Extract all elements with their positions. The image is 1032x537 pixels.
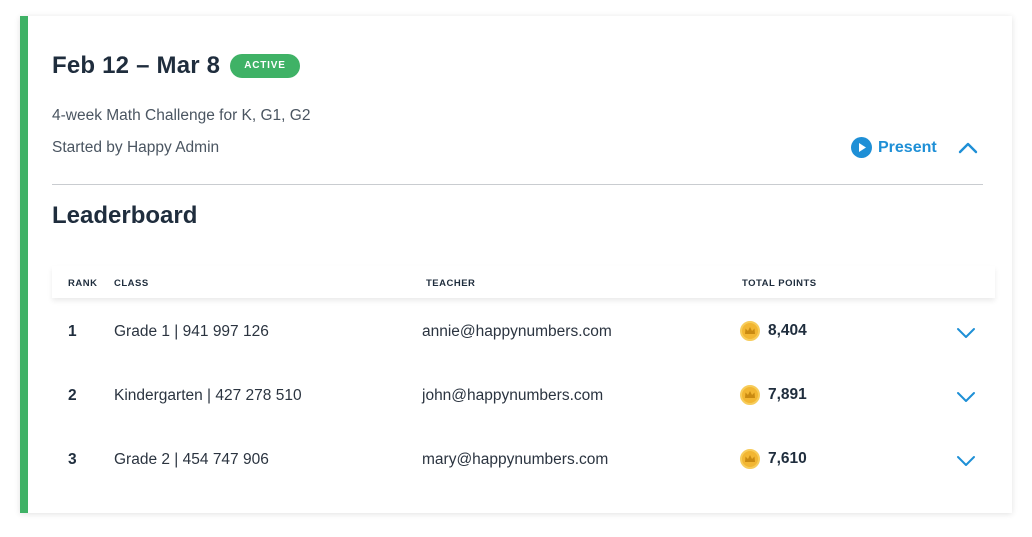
- started-by: Started by Happy Admin: [52, 139, 220, 156]
- teacher-cell: john@happynumbers.com: [422, 387, 604, 404]
- column-header-total-points: TOTAL POINTS: [742, 278, 817, 289]
- chevron-up-icon: [958, 142, 978, 154]
- chevron-down-icon: [957, 456, 975, 466]
- leaderboard-title: Leaderboard: [52, 202, 198, 229]
- present-button[interactable]: Present: [851, 137, 937, 158]
- points-cell: 7,610: [740, 449, 807, 469]
- table-header: RANK CLASS TEACHER TOTAL POINTS: [52, 266, 995, 298]
- rank-cell: 3: [68, 451, 77, 468]
- rank-cell: 2: [68, 387, 77, 404]
- expand-row-button[interactable]: [956, 323, 976, 343]
- class-cell: Kindergarten | 427 278 510: [114, 387, 302, 404]
- crown-coin-icon: [740, 385, 760, 405]
- date-range: Feb 12 – Mar 8: [52, 52, 221, 79]
- status-badge: ACTIVE: [230, 54, 300, 78]
- expand-row-button[interactable]: [956, 451, 976, 471]
- column-header-rank: RANK: [68, 278, 98, 289]
- teacher-cell: annie@happynumbers.com: [422, 323, 612, 340]
- challenge-header: Feb 12 – Mar 8 ACTIVE: [52, 52, 300, 80]
- total-points: 7,610: [768, 450, 807, 467]
- expand-row-button[interactable]: [956, 387, 976, 407]
- table-row: 3 Grade 2 | 454 747 906 mary@happynumber…: [52, 441, 995, 481]
- crown-coin-icon: [740, 321, 760, 341]
- present-label: Present: [878, 138, 937, 156]
- crown-coin-icon: [740, 449, 760, 469]
- collapse-button[interactable]: [958, 138, 978, 158]
- total-points: 7,891: [768, 386, 807, 403]
- rank-cell: 1: [68, 323, 77, 340]
- points-cell: 7,891: [740, 385, 807, 405]
- class-cell: Grade 1 | 941 997 126: [114, 323, 269, 340]
- chevron-down-icon: [957, 392, 975, 402]
- challenge-card: Feb 12 – Mar 8 ACTIVE 4-week Math Challe…: [20, 16, 1012, 513]
- table-row: 1 Grade 1 | 941 997 126 annie@happynumbe…: [52, 313, 995, 353]
- column-header-class: CLASS: [114, 278, 149, 289]
- divider: [52, 184, 983, 185]
- teacher-cell: mary@happynumbers.com: [422, 451, 609, 468]
- points-cell: 8,404: [740, 321, 807, 341]
- total-points: 8,404: [768, 322, 807, 339]
- table-row: 2 Kindergarten | 427 278 510 john@happyn…: [52, 377, 995, 417]
- class-cell: Grade 2 | 454 747 906: [114, 451, 269, 468]
- play-circle-icon: [851, 137, 872, 158]
- column-header-teacher: TEACHER: [426, 278, 476, 289]
- chevron-down-icon: [957, 328, 975, 338]
- challenge-description: 4-week Math Challenge for K, G1, G2: [52, 107, 311, 124]
